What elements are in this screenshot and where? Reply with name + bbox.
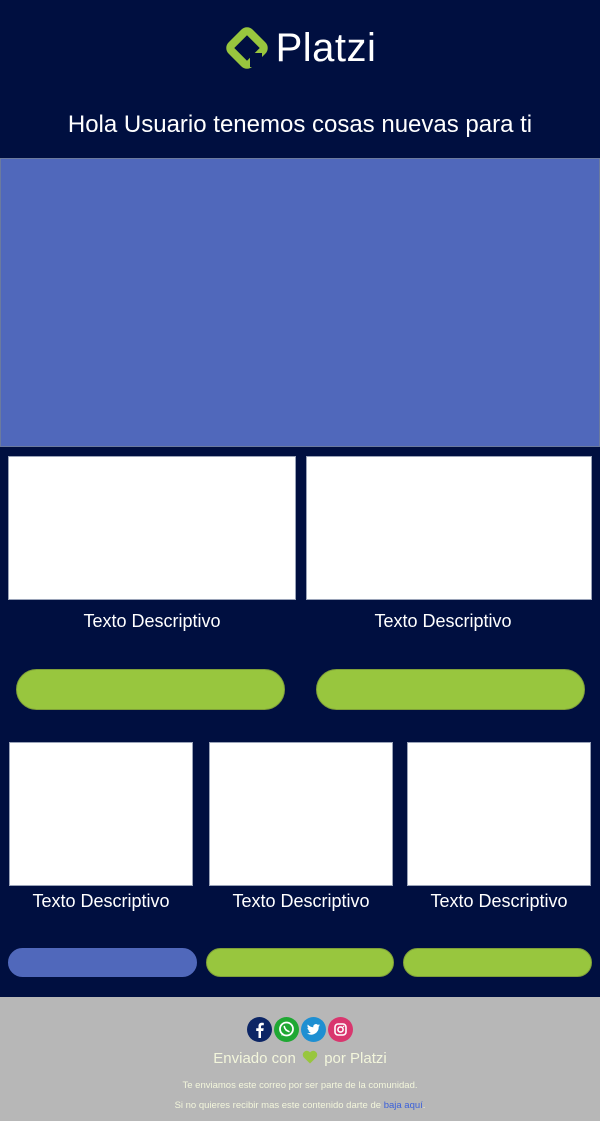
- unsubscribe-link[interactable]: baja aquí: [384, 1100, 423, 1111]
- sent-suffix: por Platzi: [324, 1050, 387, 1067]
- card-caption: Texto Descriptivo: [430, 891, 568, 911]
- social-links: [0, 1017, 600, 1043]
- card-caption: Texto Descriptivo: [32, 891, 170, 911]
- whatsapp-icon[interactable]: [274, 1017, 299, 1042]
- card-action-button[interactable]: [403, 948, 592, 977]
- brand-name: Platzi: [275, 25, 377, 70]
- platzi-logo-icon: [225, 27, 268, 69]
- card-action-button[interactable]: [316, 669, 585, 710]
- card-action-button[interactable]: [8, 948, 197, 977]
- card-image: [8, 456, 296, 600]
- card-caption: Texto Descriptivo: [374, 611, 512, 631]
- sent-with-love: Enviado con por Platzi: [0, 1048, 600, 1070]
- unsubscribe-prefix: Si no quieres recibir mas este contenido…: [174, 1100, 382, 1111]
- unsubscribe-line: Si no quieres recibir mas este contenido…: [0, 1099, 600, 1113]
- unsubscribe-end: .: [422, 1100, 426, 1111]
- hero-banner: [0, 158, 600, 447]
- card-image: [407, 742, 591, 886]
- twitter-icon[interactable]: [301, 1017, 326, 1042]
- facebook-icon[interactable]: [247, 1017, 272, 1042]
- community-note: Te enviamos este correo por ser parte de…: [182, 1080, 418, 1091]
- card-action-button[interactable]: [206, 948, 394, 977]
- card-action-button[interactable]: [16, 669, 285, 710]
- card-caption: Texto Descriptivo: [232, 891, 370, 911]
- card-caption: Texto Descriptivo: [83, 611, 221, 631]
- card-image: [9, 742, 193, 886]
- sent-prefix: Enviado con: [213, 1050, 296, 1067]
- instagram-icon[interactable]: [328, 1017, 353, 1042]
- header-logo[interactable]: Platzi: [0, 18, 600, 78]
- card-image: [209, 742, 393, 886]
- card-image: [306, 456, 592, 600]
- heart-icon: [302, 1050, 318, 1064]
- greeting-heading: Hola Usuario tenemos cosas nuevas para t…: [67, 111, 533, 138]
